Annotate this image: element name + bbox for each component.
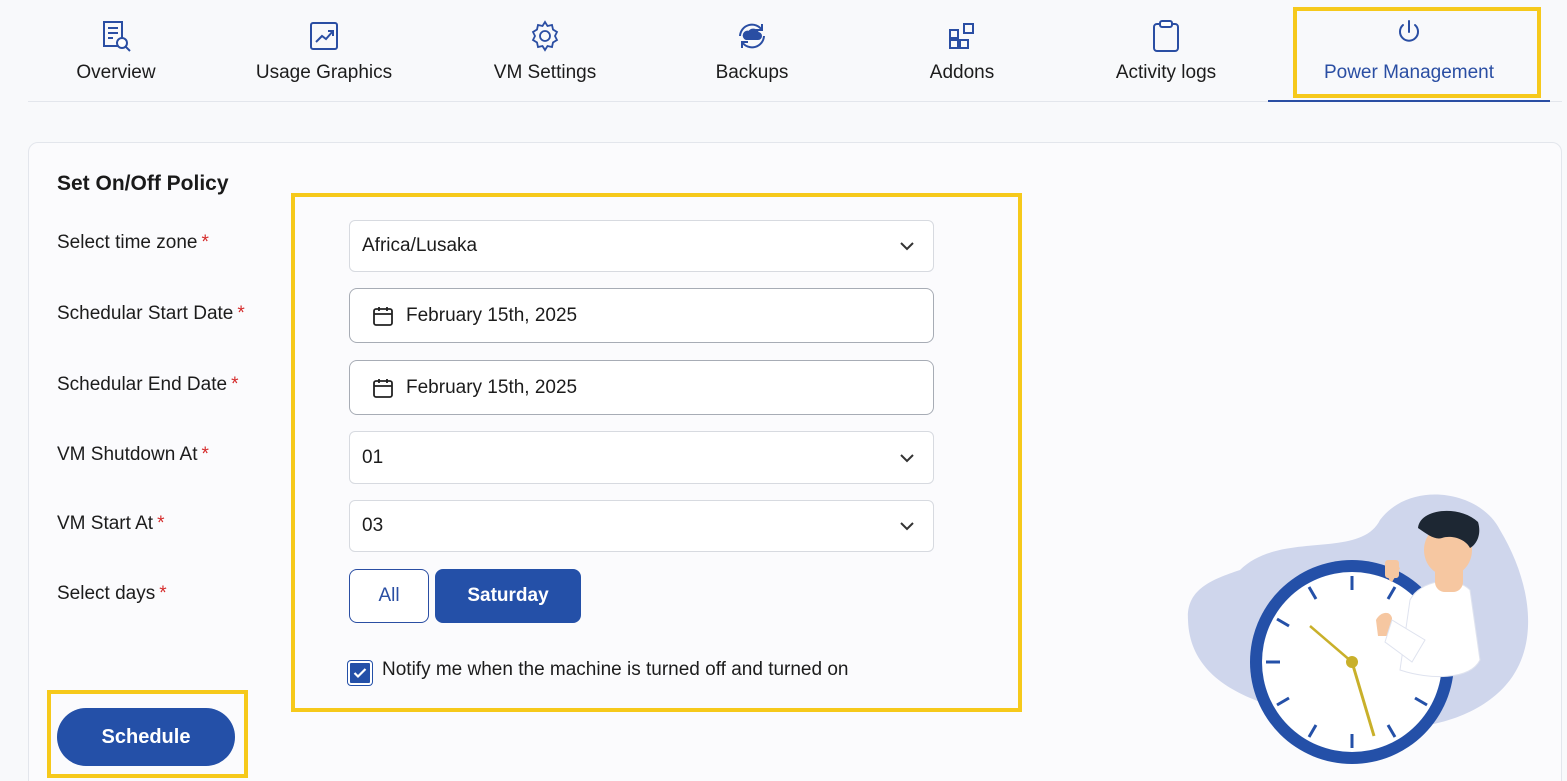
clipboard-icon: [1149, 18, 1183, 54]
start-select[interactable]: 03: [349, 500, 934, 552]
required-marker: *: [237, 303, 245, 324]
required-marker: *: [201, 444, 209, 465]
tab-addons[interactable]: Addons: [920, 0, 1004, 102]
shutdown-value: 01: [362, 446, 384, 468]
day-saturday-button[interactable]: Saturday: [435, 569, 581, 623]
end-date-value: February 15th, 2025: [406, 376, 578, 398]
timezone-select[interactable]: Africa/Lusaka: [349, 220, 934, 272]
required-marker: *: [157, 513, 165, 534]
tab-label: Usage Graphics: [255, 62, 393, 83]
tab-overview[interactable]: Overview: [62, 0, 170, 102]
start-date-value: February 15th, 2025: [406, 304, 578, 326]
tab-label: Overview: [76, 62, 156, 83]
days-label: Select days *: [57, 583, 167, 604]
tab-label: VM Settings: [493, 62, 597, 83]
calendar-icon: [373, 306, 393, 326]
tab-backups[interactable]: Backups: [708, 0, 796, 102]
gear-icon: [528, 18, 562, 54]
start-label: VM Start At *: [57, 513, 165, 534]
required-marker: *: [231, 374, 239, 395]
timezone-label: Select time zone *: [57, 232, 209, 253]
end-date-label: Schedular End Date *: [57, 374, 239, 395]
tab-label: Addons: [929, 62, 995, 83]
tab-activity-logs[interactable]: Activity logs: [1106, 0, 1226, 102]
chart-trend-icon: [307, 18, 341, 54]
tab-label: Backups: [715, 62, 789, 83]
check-icon: [353, 668, 367, 679]
tab-vm-settings[interactable]: VM Settings: [484, 0, 606, 102]
end-date-picker[interactable]: February 15th, 2025: [349, 360, 934, 415]
cloud-sync-icon: [735, 18, 769, 54]
notify-checkbox[interactable]: [348, 661, 372, 685]
tab-label: Power Management: [1323, 62, 1495, 83]
start-value: 03: [362, 515, 384, 536]
start-date-picker[interactable]: February 15th, 2025: [349, 288, 934, 343]
chevron-down-icon: [900, 453, 914, 462]
tab-label: Activity logs: [1115, 62, 1217, 83]
chevron-down-icon: [900, 522, 914, 531]
chevron-down-icon: [900, 242, 914, 251]
document-search-icon: [99, 18, 133, 54]
notify-label: Notify me when the machine is turned off…: [382, 659, 849, 680]
required-marker: *: [201, 232, 209, 253]
timezone-value: Africa/Lusaka: [362, 235, 478, 256]
clock-illustration: [1187, 494, 1529, 764]
required-marker: *: [159, 583, 167, 604]
day-all-button[interactable]: All: [349, 569, 429, 623]
shutdown-select[interactable]: 01: [349, 431, 934, 484]
grid-add-icon: [945, 18, 979, 54]
tab-bar: Overview Usage Graphics VM Settings Back…: [28, 0, 1562, 102]
shutdown-label: VM Shutdown At *: [57, 444, 209, 465]
schedule-button[interactable]: Schedule: [57, 708, 235, 766]
start-date-label: Schedular Start Date *: [57, 303, 245, 324]
tab-power-management[interactable]: Power Management: [1268, 0, 1550, 102]
tab-usage-graphics[interactable]: Usage Graphics: [246, 0, 402, 102]
calendar-icon: [373, 378, 393, 398]
power-icon: [1392, 14, 1426, 50]
card-title: Set On/Off Policy: [57, 172, 229, 195]
